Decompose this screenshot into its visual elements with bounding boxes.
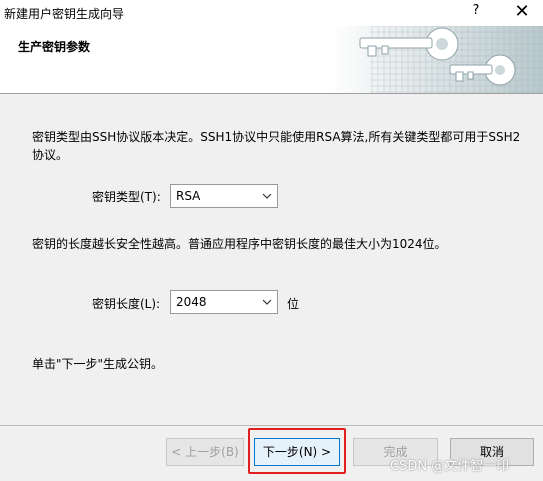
length-note-text: 密钥的长度越长安全性越高。普通应用程序中密钥长度的最佳大小为1024位。 [32, 237, 447, 251]
key-length-label: 密钥长度(L): [92, 297, 161, 311]
key-type-label: 密钥类型(T): [92, 190, 161, 204]
key-length-value: 2048 [176, 295, 207, 309]
key-type-select[interactable]: RSA [170, 184, 278, 208]
title-bar: 新建用户密钥生成向导 ? ✕ [0, 0, 543, 26]
intro-text: 密钥类型由SSH协议版本决定。SSH1协议中只能使用RSA算法,所有关键类型都可… [32, 130, 521, 162]
key-type-value: RSA [176, 189, 201, 203]
chevron-down-icon [262, 299, 272, 305]
close-button[interactable]: ✕ [508, 1, 536, 23]
footer-divider [0, 425, 543, 426]
key-banner-icon [330, 26, 543, 93]
key-length-select[interactable]: 2048 [170, 290, 278, 314]
page-heading: 生产密钥参数 [18, 40, 91, 54]
back-button[interactable]: < 上一步(B) [166, 438, 244, 466]
wizard-header: 生产密钥参数 [0, 26, 543, 94]
chevron-down-icon [262, 193, 272, 199]
instruction-text: 单击"下一步"生成公钥。 [32, 357, 164, 371]
help-button[interactable]: ? [462, 3, 490, 23]
wizard-content: 密钥类型由SSH协议版本决定。SSH1协议中只能使用RSA算法,所有关键类型都可… [0, 95, 543, 425]
next-button-highlight [248, 428, 346, 474]
watermark-text: CSDN @文件智一印 [390, 459, 510, 474]
window-title: 新建用户密钥生成向导 [4, 7, 125, 21]
key-length-unit: 位 [287, 297, 300, 311]
